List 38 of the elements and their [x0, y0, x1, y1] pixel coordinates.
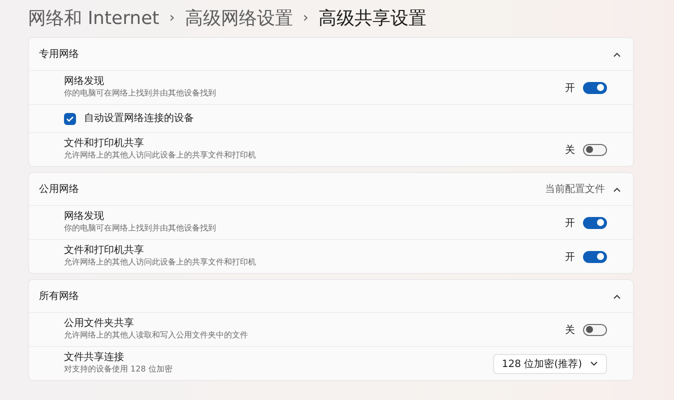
toggle-state-label: 关: [565, 324, 575, 336]
breadcrumb-link[interactable]: 网络和 Internet: [28, 6, 160, 30]
chevron-up-icon: [613, 186, 621, 192]
toggle-state-label: 开: [565, 216, 575, 230]
chevron-down-icon: [590, 361, 598, 366]
chevron-up-icon: [613, 52, 621, 56]
page-title: 高级共享设置: [318, 7, 426, 30]
setting-description: 允许网络上的其他人访问此设备上的共享文件和打印机: [64, 258, 257, 268]
encryption-dropdown[interactable]: 128 位加密(推荐): [492, 354, 607, 374]
breadcrumb-separator: ›: [169, 10, 175, 26]
toggle-switch[interactable]: [583, 144, 607, 156]
setting-title: 网络发现: [64, 76, 105, 88]
setting-title: 文件共享连接: [64, 352, 125, 364]
toggle-state-label: 关: [565, 144, 575, 156]
setting-title: 网络发现: [64, 210, 105, 222]
toggle-switch[interactable]: [583, 250, 607, 262]
setting-description: 你的电脑可在网络上找到并由其他设备找到: [64, 88, 217, 98]
checkmark-icon: [66, 116, 74, 122]
section-header[interactable]: 所有网络: [29, 280, 633, 312]
setting-description: 你的电脑可在网络上找到并由其他设备找到: [64, 224, 217, 234]
breadcrumb-separator: ›: [302, 10, 308, 26]
chevron-up-icon: [613, 294, 621, 298]
setting-title: 文件和打印机共享: [64, 244, 145, 256]
toggle-state-label: 开: [565, 82, 575, 94]
section-header[interactable]: 公用网络 当前配置文件: [29, 173, 633, 205]
setting-description: 允许网络上的其他人读取和写入公用文件夹中的文件: [64, 330, 249, 340]
setting-description: 对支持的设备使用 128 位加密: [64, 364, 174, 374]
checkbox[interactable]: [64, 112, 76, 124]
setting-description: 允许网络上的其他人访问此设备上的共享文件和打印机: [64, 150, 257, 160]
breadcrumb-link[interactable]: 高级网络设置: [184, 6, 293, 30]
toggle-switch[interactable]: [583, 82, 607, 94]
setting-title: 文件和打印机共享: [64, 138, 145, 150]
toggle-state-label: 开: [565, 250, 575, 264]
checkbox-label: 自动设置网络连接的设备: [84, 112, 195, 124]
setting-title: 公用文件夹共享: [64, 318, 135, 330]
toggle-switch[interactable]: [583, 324, 607, 336]
section-header[interactable]: 专用网络: [29, 38, 633, 70]
toggle-switch[interactable]: [583, 216, 607, 228]
